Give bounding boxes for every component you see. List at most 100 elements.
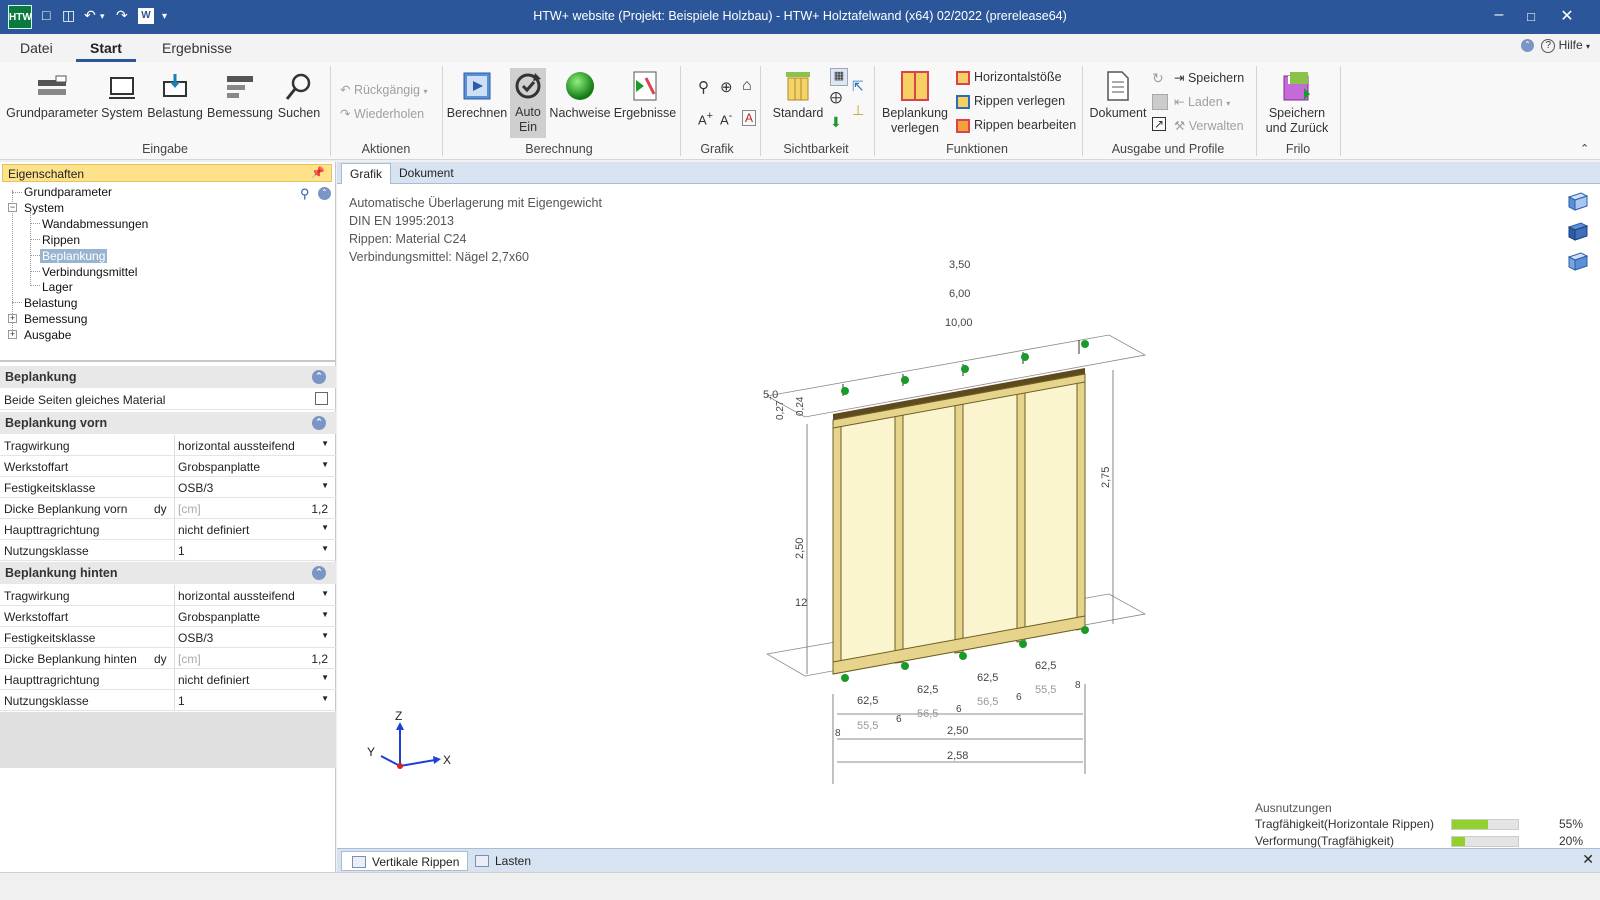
auto-ein-toggle[interactable]: Auto Ein xyxy=(510,68,546,138)
section-beplankung[interactable]: Beplankung ⌃ xyxy=(0,366,336,388)
festigkeitsklasse-hinten-select[interactable]: OSB/3 ▼ xyxy=(174,627,334,647)
nutzungsklasse-vorn-select[interactable]: 1 ▼ xyxy=(174,540,334,560)
ribbon-collapse-icon[interactable]: ⌃ xyxy=(1580,142,1589,155)
zoom-icon[interactable]: ⚲ xyxy=(698,78,709,96)
beide-seiten-checkbox[interactable] xyxy=(315,392,328,405)
utilization-percent: 20% xyxy=(1558,834,1583,848)
font-smaller-icon[interactable]: A- xyxy=(720,110,732,127)
tree-item-grundparameter[interactable]: Grundparameter xyxy=(24,185,112,199)
werkstoffart-hinten-select[interactable]: Grobspanplatte ▼ xyxy=(174,606,334,626)
dicke-vorn-input[interactable]: [cm] 1,2 xyxy=(174,498,334,518)
profile-icon[interactable] xyxy=(1152,94,1168,110)
section-collapse-icon[interactable]: ⌃ xyxy=(312,416,326,430)
grid-visibility-icon[interactable]: ▦ xyxy=(830,68,848,86)
tragwirkung-vorn-select[interactable]: horizontal aussteifend ▼ xyxy=(174,435,334,455)
suchen-button[interactable]: Suchen xyxy=(276,72,322,121)
tree-expand-icon[interactable]: + xyxy=(8,314,17,323)
tree-collapse-icon[interactable]: − xyxy=(8,203,17,212)
axis-visibility-icon[interactable]: ⨁ xyxy=(830,90,842,104)
zoom-in-icon[interactable]: ⊕ xyxy=(720,78,733,96)
system-button[interactable]: System xyxy=(100,72,144,121)
haupttragrichtung-vorn-select[interactable]: nicht definiert ▼ xyxy=(174,519,334,539)
group-label-berechnung: Berechnung xyxy=(525,142,593,156)
tree-item-lager[interactable]: Lager xyxy=(42,280,73,294)
pin-icon[interactable]: 📌 xyxy=(311,166,325,179)
speichern-profile-button[interactable]: ⇥ Speichern xyxy=(1174,70,1244,85)
section-beplankung-hinten[interactable]: Beplankung hinten ⌃ xyxy=(0,562,336,584)
font-larger-icon[interactable]: A+ xyxy=(698,110,713,127)
standard-view-button[interactable]: Standard xyxy=(770,70,826,121)
help-menu[interactable]: ⌃ ? Hilfe ▾ xyxy=(1520,38,1590,53)
tree-item-rippen[interactable]: Rippen xyxy=(42,233,80,247)
tree-item-ausgabe[interactable]: Ausgabe xyxy=(24,328,71,342)
close-panel-icon[interactable]: ✕ xyxy=(1582,851,1594,868)
belastung-button[interactable]: Belastung xyxy=(146,72,204,121)
home-icon[interactable]: ⌂ xyxy=(742,77,752,95)
view-cube-side-icon[interactable] xyxy=(1567,250,1589,272)
grundparameter-button[interactable]: Grundparameter xyxy=(6,72,98,121)
dim-span-3: 62,5 xyxy=(977,672,998,684)
rippen-verlegen-button[interactable]: Rippen verlegen xyxy=(956,94,1065,109)
refresh-icon[interactable]: ↻ xyxy=(1152,70,1164,87)
werkstoffart-vorn-select[interactable]: Grobspanplatte ▼ xyxy=(174,456,334,476)
text-format-icon[interactable]: A xyxy=(742,110,757,126)
section-vorn-title: Beplankung vorn xyxy=(5,416,108,430)
section-collapse-icon[interactable]: ⌃ xyxy=(312,370,326,384)
view-cube-iso-icon[interactable] xyxy=(1567,190,1589,212)
speichern-und-zurueck-button[interactable]: Speichern und Zurück xyxy=(1262,70,1332,136)
tragwirkung-hinten-select[interactable]: horizontal aussteifend ▼ xyxy=(174,585,334,605)
tree-expand-icon[interactable]: + xyxy=(8,330,17,339)
tab-dokument[interactable]: Dokument xyxy=(391,163,462,184)
tab-start[interactable]: Start xyxy=(76,40,136,62)
nutzungsklasse-hinten-select[interactable]: 1 ▼ xyxy=(174,690,334,710)
support-visibility-icon[interactable]: ⊥ xyxy=(852,102,864,119)
tree-item-belastung[interactable]: Belastung xyxy=(24,296,77,310)
close-icon[interactable]: ✕ xyxy=(1552,6,1582,26)
section-collapse-icon[interactable]: ⌃ xyxy=(312,566,326,580)
tab-lasten[interactable]: Lasten xyxy=(465,851,539,871)
nachweise-button[interactable]: Nachweise xyxy=(548,70,612,121)
arrow-down-visibility-icon[interactable]: ⬇ xyxy=(830,114,842,131)
unit-label: [cm] xyxy=(178,652,201,666)
horizontalstoesse-button[interactable]: Horizontalstöße xyxy=(956,70,1062,85)
axis-triad: Z X Y xyxy=(367,709,451,769)
ergebnisse-button[interactable]: Ergebnisse xyxy=(612,70,678,121)
berechnen-button[interactable]: Berechnen xyxy=(446,70,508,121)
redo-button[interactable]: ↷ Wiederholen xyxy=(340,106,424,121)
beplankung-verlegen-button[interactable]: Beplankung verlegen xyxy=(880,70,950,136)
save-back-label-2: und Zurück xyxy=(1265,121,1329,135)
utilization-percent: 55% xyxy=(1558,817,1583,831)
minimize-icon[interactable]: – xyxy=(1484,6,1514,24)
tree-item-wandabmessungen[interactable]: Wandabmessungen xyxy=(42,217,148,231)
tree-item-system[interactable]: System xyxy=(24,201,64,215)
dim-clear-4: 55,5 xyxy=(1035,684,1056,696)
splitter[interactable] xyxy=(0,360,336,362)
dim-clear-2: 56,5 xyxy=(917,708,938,720)
laden-button[interactable]: ⇤ Laden ▾ xyxy=(1174,94,1230,109)
rippen-bearbeiten-button[interactable]: Rippen bearbeiten xyxy=(956,118,1076,133)
graphics-canvas[interactable]: Automatische Überlagerung mit Eigengewic… xyxy=(337,184,1600,848)
haupttragrichtung-hinten-select[interactable]: nicht definiert ▼ xyxy=(174,669,334,689)
tab-datei[interactable]: Datei xyxy=(20,40,53,56)
bemessung-button[interactable]: Bemessung xyxy=(206,72,274,121)
tab-ergebnisse[interactable]: Ergebnisse xyxy=(162,40,232,56)
tree-collapse-all-icon[interactable]: ⌃ xyxy=(318,187,331,200)
dokument-button[interactable]: Dokument xyxy=(1086,70,1150,121)
festigkeitsklasse-vorn-select[interactable]: OSB/3 ▼ xyxy=(174,477,334,497)
tree-item-beplankung[interactable]: Beplankung xyxy=(40,249,108,263)
view-cube-front-icon[interactable] xyxy=(1567,220,1589,242)
maximize-icon[interactable]: □ xyxy=(1516,9,1546,24)
collapse-ribbon-icon[interactable]: ⌃ xyxy=(1520,39,1534,53)
tree-search-icon[interactable]: ⚲ xyxy=(300,186,310,202)
tree-item-verbindungsmittel[interactable]: Verbindungsmittel xyxy=(42,265,137,279)
tragwirkung-label: Tragwirkung xyxy=(4,439,70,453)
verwalten-button[interactable]: ⚒ Verwalten xyxy=(1174,118,1244,133)
dicke-hinten-input[interactable]: [cm] 1,2 xyxy=(174,648,334,668)
dimension-visibility-icon[interactable]: ⇱ xyxy=(852,78,864,95)
resize-icon[interactable]: ↗ xyxy=(1152,117,1166,131)
section-beplankung-vorn[interactable]: Beplankung vorn ⌃ xyxy=(0,412,336,434)
tab-grafik[interactable]: Grafik xyxy=(341,163,392,184)
undo-button[interactable]: ↶ Rückgängig ▾ xyxy=(340,82,427,97)
tab-vertikale-rippen[interactable]: Vertikale Rippen xyxy=(341,851,469,871)
tree-item-bemessung[interactable]: Bemessung xyxy=(24,312,87,326)
